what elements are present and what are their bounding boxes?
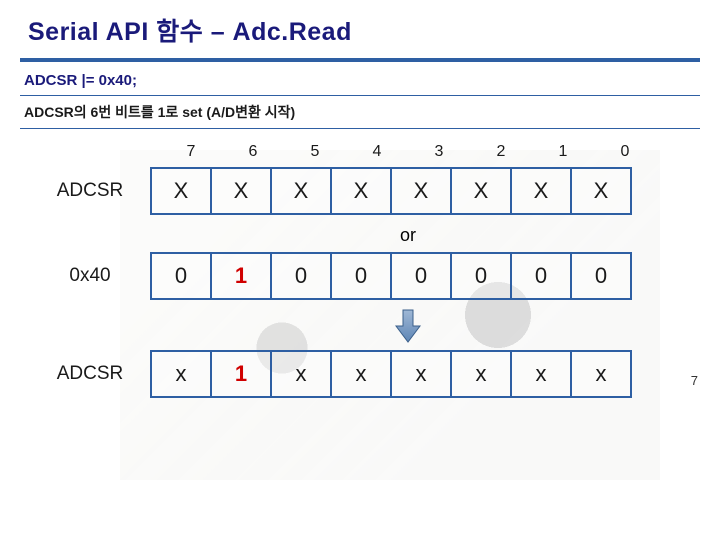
bit-cell: X bbox=[210, 167, 272, 215]
bit-cell: 0 bbox=[450, 252, 512, 300]
register-row-hex: 0x40 0 1 0 0 0 0 0 0 bbox=[40, 252, 680, 300]
arrow-down-icon bbox=[394, 308, 422, 344]
page-title: Serial API 함수 – Adc.Read bbox=[28, 12, 692, 48]
bit-index: 6 bbox=[222, 143, 284, 161]
bit-index: 1 bbox=[532, 143, 594, 161]
description: ADCSR의 6번 비트를 1로 set (A/D변환 시작) bbox=[0, 96, 720, 126]
bit-header-row: 7 6 5 4 3 2 1 0 bbox=[160, 143, 680, 161]
bit-cell: X bbox=[450, 167, 512, 215]
bit-cell: x bbox=[450, 350, 512, 398]
bit-index: 5 bbox=[284, 143, 346, 161]
bit-cell: X bbox=[390, 167, 452, 215]
bit-cell: x bbox=[150, 350, 212, 398]
bit-index: 4 bbox=[346, 143, 408, 161]
bit-index: 3 bbox=[408, 143, 470, 161]
bit-diagram: 7 6 5 4 3 2 1 0 ADCSR X X X X X X X X or bbox=[0, 129, 720, 398]
bit-cell: X bbox=[570, 167, 632, 215]
bit-cell: 0 bbox=[570, 252, 632, 300]
register-row-adcsr-after: ADCSR x 1 x x x x x x bbox=[40, 350, 680, 398]
bit-cell: X bbox=[330, 167, 392, 215]
bit-index: 0 bbox=[594, 143, 656, 161]
bit-cell: 0 bbox=[390, 252, 452, 300]
bit-cell: X bbox=[270, 167, 332, 215]
code-statement: ADCSR |= 0x40; bbox=[0, 62, 720, 93]
register-label: 0x40 bbox=[40, 265, 150, 287]
bit-index: 7 bbox=[160, 143, 222, 161]
bit-cell: X bbox=[150, 167, 212, 215]
bit-cell-highlight: 1 bbox=[210, 350, 272, 398]
bit-cell: x bbox=[330, 350, 392, 398]
or-operator: or bbox=[160, 225, 656, 246]
bit-cell: x bbox=[570, 350, 632, 398]
register-label: ADCSR bbox=[40, 363, 150, 385]
register-label: ADCSR bbox=[40, 180, 150, 202]
bit-cell: 0 bbox=[510, 252, 572, 300]
bit-cell: 0 bbox=[330, 252, 392, 300]
bit-cell: x bbox=[390, 350, 452, 398]
bit-cell: 0 bbox=[270, 252, 332, 300]
bit-cell: x bbox=[510, 350, 572, 398]
register-row-adcsr-before: ADCSR X X X X X X X X bbox=[40, 167, 680, 215]
bit-cell: 0 bbox=[150, 252, 212, 300]
bit-cell-highlight: 1 bbox=[210, 252, 272, 300]
page-number: 7 bbox=[691, 373, 698, 388]
bit-index: 2 bbox=[470, 143, 532, 161]
bit-cell: X bbox=[510, 167, 572, 215]
bit-cell: x bbox=[270, 350, 332, 398]
